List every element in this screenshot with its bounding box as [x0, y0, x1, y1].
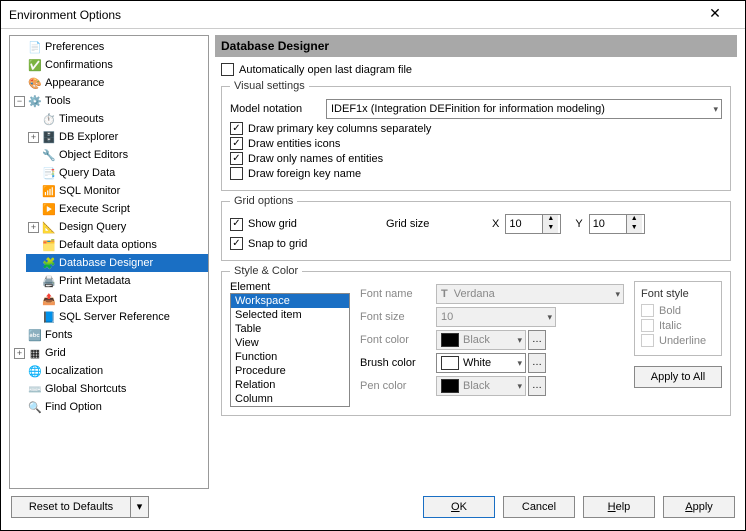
title-bar: Environment Options ✕ [1, 1, 745, 29]
tree-defaultdata[interactable]: 🗂️Default data options [26, 236, 208, 254]
designquery-icon: 📐 [42, 220, 56, 234]
show-grid-checkbox[interactable]: Show grid [230, 218, 380, 231]
fontname-combo[interactable]: TVerdana▾ [436, 284, 624, 304]
tree-printmetadata[interactable]: 🖨️Print Metadata [26, 272, 208, 290]
tree-preferences[interactable]: 📄Preferences [12, 38, 208, 56]
tree-grid[interactable]: +▦Grid [12, 344, 208, 362]
brushcolor-more-button[interactable]: … [528, 353, 546, 373]
tools-icon: ⚙️ [28, 94, 42, 108]
expander-plus-icon[interactable]: + [14, 348, 25, 359]
chevron-down-icon: ▾ [713, 104, 718, 115]
list-item[interactable]: Table [231, 322, 349, 336]
tree-tools[interactable]: −⚙️Tools [12, 92, 208, 110]
querydata-icon: 📑 [42, 166, 56, 180]
list-item[interactable]: Workspace [231, 294, 349, 308]
apply-button[interactable]: Apply [663, 496, 735, 518]
sqlserverref-icon: 📘 [42, 310, 56, 324]
pencolor-more-button[interactable]: … [528, 376, 546, 396]
draw-names-checkbox[interactable]: Draw only names of entities [230, 152, 722, 165]
fontcolor-combo[interactable]: Black▾ [436, 330, 526, 350]
dialog-footer: Reset to Defaults ▾ OK Cancel Help Apply [1, 489, 745, 525]
page-title: Database Designer [215, 35, 737, 57]
tree-timeouts[interactable]: ⏱️Timeouts [26, 110, 208, 128]
auto-open-checkbox[interactable]: Automatically open last diagram file [221, 63, 731, 76]
cancel-button[interactable]: Cancel [503, 496, 575, 518]
tree-confirmations[interactable]: ✅Confirmations [12, 56, 208, 74]
reset-dropdown-button[interactable]: ▾ [131, 496, 149, 518]
expander-plus-icon[interactable]: + [28, 132, 39, 143]
preferences-icon: 📄 [28, 40, 42, 54]
expander-minus-icon[interactable]: − [14, 96, 25, 107]
tree-objecteditors[interactable]: 🔧Object Editors [26, 146, 208, 164]
expander-plus-icon[interactable]: + [28, 222, 39, 233]
underline-checkbox[interactable]: Underline [641, 334, 715, 347]
window-title: Environment Options [9, 8, 693, 22]
model-notation-label: Model notation [230, 103, 320, 115]
databasedesigner-icon: 🧩 [42, 256, 56, 270]
tree-databasedesigner[interactable]: 🧩Database Designer [26, 254, 208, 272]
snap-grid-checkbox[interactable]: Snap to grid [230, 237, 722, 250]
model-notation-combo[interactable]: IDEF1x (Integration DEFinition for infor… [326, 99, 722, 119]
objecteditors-icon: 🔧 [42, 148, 56, 162]
grid-size-label: Grid size [386, 218, 486, 230]
element-listbox[interactable]: Workspace Selected item Table View Funct… [230, 293, 350, 407]
tree-designquery[interactable]: +📐Design Query [26, 218, 208, 236]
apply-to-all-button[interactable]: Apply to All [634, 366, 722, 388]
list-item[interactable]: Relation [231, 378, 349, 392]
reset-defaults-button[interactable]: Reset to Defaults [11, 496, 131, 518]
brushcolor-combo[interactable]: White▾ [436, 353, 526, 373]
draw-pk-checkbox[interactable]: Draw primary key columns separately [230, 122, 722, 135]
tree-appearance[interactable]: 🎨Appearance [12, 74, 208, 92]
list-item[interactable]: View [231, 336, 349, 350]
tree-localization[interactable]: 🌐Localization [12, 362, 208, 380]
appearance-icon: 🎨 [28, 76, 42, 90]
tree-globalshortcuts[interactable]: ⌨️Global Shortcuts [12, 380, 208, 398]
ok-button[interactable]: OK [423, 496, 495, 518]
localization-icon: 🌐 [28, 364, 42, 378]
visual-settings-group: Visual settings Model notation IDEF1x (I… [221, 80, 731, 191]
grid-options-group: Grid options Show grid Grid size X ▲▼ Y … [221, 195, 731, 261]
dbexplorer-icon: 🗄️ [42, 130, 56, 144]
grid-y-spinner[interactable]: ▲▼ [589, 214, 645, 234]
confirm-icon: ✅ [28, 58, 42, 72]
grid-x-spinner[interactable]: ▲▼ [505, 214, 561, 234]
list-item[interactable]: Column [231, 392, 349, 406]
nav-tree[interactable]: 📄Preferences ✅Confirmations 🎨Appearance … [9, 35, 209, 489]
bold-checkbox[interactable]: Bold [641, 304, 715, 317]
close-icon[interactable]: ✕ [693, 5, 737, 25]
help-button[interactable]: Help [583, 496, 655, 518]
draw-fk-checkbox[interactable]: Draw foreign key name [230, 167, 722, 180]
tree-executescript[interactable]: ▶️Execute Script [26, 200, 208, 218]
tree-findoption[interactable]: 🔍Find Option [12, 398, 208, 416]
element-label: Element [230, 281, 350, 293]
fontcolor-more-button[interactable]: … [528, 330, 546, 350]
italic-checkbox[interactable]: Italic [641, 319, 715, 332]
findoption-icon: 🔍 [28, 400, 42, 414]
executescript-icon: ▶️ [42, 202, 56, 216]
tree-querydata[interactable]: 📑Query Data [26, 164, 208, 182]
font-icon: T [441, 288, 448, 300]
draw-icons-checkbox[interactable]: Draw entities icons [230, 137, 722, 150]
list-item[interactable]: Function [231, 350, 349, 364]
fonts-icon: 🔤 [28, 328, 42, 342]
tree-sqlserverref[interactable]: 📘SQL Server Reference [26, 308, 208, 326]
printmetadata-icon: 🖨️ [42, 274, 56, 288]
defaultdata-icon: 🗂️ [42, 238, 56, 252]
dataexport-icon: 📤 [42, 292, 56, 306]
fontsize-combo[interactable]: 10▾ [436, 307, 556, 327]
list-item[interactable]: Procedure [231, 364, 349, 378]
globalshortcuts-icon: ⌨️ [28, 382, 42, 396]
grid-icon: ▦ [28, 346, 42, 360]
fontstyle-group: Font style Bold Italic Underline [634, 281, 722, 356]
tree-sqlmonitor[interactable]: 📶SQL Monitor [26, 182, 208, 200]
tree-fonts[interactable]: 🔤Fonts [12, 326, 208, 344]
pencolor-combo[interactable]: Black▾ [436, 376, 526, 396]
sqlmonitor-icon: 📶 [42, 184, 56, 198]
tree-dbexplorer[interactable]: +🗄️DB Explorer [26, 128, 208, 146]
style-color-group: Style & Color Element Workspace Selected… [221, 265, 731, 416]
timeouts-icon: ⏱️ [42, 112, 56, 126]
list-item[interactable]: Selected item [231, 308, 349, 322]
tree-dataexport[interactable]: 📤Data Export [26, 290, 208, 308]
